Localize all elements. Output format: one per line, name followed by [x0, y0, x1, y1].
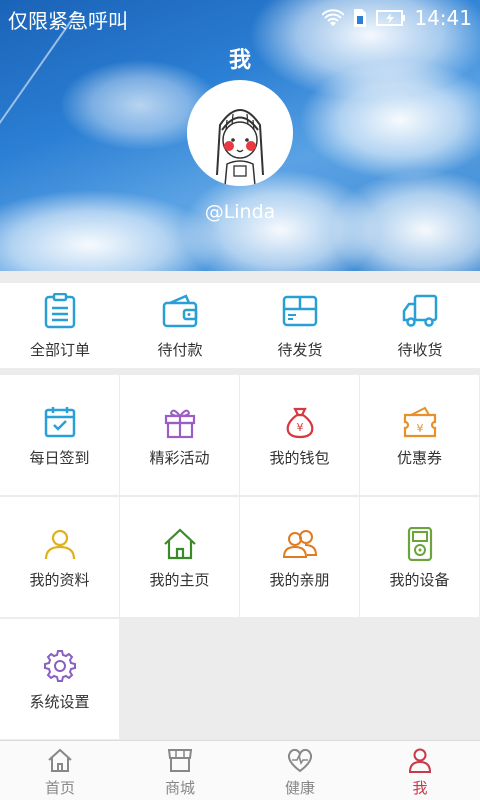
gift-icon: [164, 409, 196, 439]
girl-avatar-icon: [216, 109, 264, 186]
svg-text:¥: ¥: [297, 421, 304, 434]
profile-header: 仅限紧急呼叫 14:41 我 @Linda: [0, 0, 480, 271]
menu-label: 我的主页: [149, 571, 210, 589]
my-profile-button[interactable]: 我的资料: [0, 497, 119, 617]
feature-grid: 每日签到 精彩活动 ¥ 我的钱包 ¥ 优惠券 我的资料 我的主页 我的亲朋 我的…: [0, 375, 480, 740]
menu-label: 我的亲朋: [269, 571, 330, 589]
pending-shipment-button[interactable]: 待发货: [240, 283, 360, 368]
tab-label: 商城: [164, 779, 195, 797]
menu-label: 系统设置: [29, 693, 90, 711]
page-title: 我: [228, 48, 251, 73]
box-icon: [282, 295, 318, 327]
heart-pulse-tab-icon: [287, 748, 313, 773]
avatar[interactable]: [187, 80, 293, 186]
order-label: 待付款: [157, 341, 203, 359]
bottom-tab-bar: 首页 商城 健康 我: [0, 740, 480, 800]
coupons-button[interactable]: ¥ 优惠券: [360, 375, 479, 495]
menu-label: 我的钱包: [269, 449, 330, 467]
my-friends-button[interactable]: 我的亲朋: [240, 497, 359, 617]
username: @Linda: [204, 201, 276, 223]
pending-receipt-button[interactable]: 待收货: [360, 283, 480, 368]
all-orders-button[interactable]: 全部订单: [0, 283, 120, 368]
tab-label: 首页: [44, 779, 75, 797]
status-bar: 仅限紧急呼叫 14:41: [0, 0, 480, 36]
gear-icon: [44, 650, 76, 682]
clipboard-icon: [44, 293, 76, 329]
wifi-icon: [322, 9, 345, 27]
tab-me[interactable]: 我: [360, 741, 480, 800]
person-tab-icon: [408, 748, 432, 773]
wallet-icon: [162, 294, 198, 328]
person-icon: [44, 529, 76, 560]
menu-label: 我的设备: [389, 571, 450, 589]
my-devices-button[interactable]: 我的设备: [360, 497, 479, 617]
menu-label: 优惠券: [396, 449, 442, 467]
status-time: 14:41: [414, 6, 472, 30]
tab-home[interactable]: 首页: [0, 741, 120, 800]
menu-label: 精彩活动: [149, 449, 210, 467]
home-icon: [164, 528, 196, 560]
truck-icon: [402, 294, 438, 327]
device-icon: [407, 527, 433, 561]
home-tab-icon: [48, 748, 72, 772]
order-label: 全部订单: [29, 341, 90, 359]
order-status-bar: 全部订单 待付款 待发货 待收货: [0, 283, 480, 368]
money-bag-icon: ¥: [286, 407, 314, 439]
system-settings-button[interactable]: 系统设置: [0, 619, 119, 739]
friends-icon: [283, 530, 317, 558]
tab-label: 健康: [284, 779, 315, 797]
my-homepage-button[interactable]: 我的主页: [120, 497, 239, 617]
calendar-check-icon: [44, 407, 76, 438]
carrier-text: 仅限紧急呼叫: [8, 9, 128, 33]
shop-tab-icon: [167, 749, 193, 772]
my-wallet-button[interactable]: ¥ 我的钱包: [240, 375, 359, 495]
pending-payment-button[interactable]: 待付款: [120, 283, 240, 368]
tab-health[interactable]: 健康: [240, 741, 360, 800]
sim-card-icon: [352, 8, 368, 28]
tab-shop[interactable]: 商城: [120, 741, 240, 800]
order-label: 待收货: [397, 341, 443, 359]
daily-checkin-button[interactable]: 每日签到: [0, 375, 119, 495]
tab-label: 我: [412, 779, 428, 797]
order-label: 待发货: [277, 341, 323, 359]
svg-text:¥: ¥: [417, 422, 424, 435]
coupon-icon: ¥: [403, 406, 437, 438]
menu-label: 我的资料: [29, 571, 90, 589]
activities-button[interactable]: 精彩活动: [120, 375, 239, 495]
menu-label: 每日签到: [29, 449, 90, 467]
battery-icon: [376, 9, 406, 27]
